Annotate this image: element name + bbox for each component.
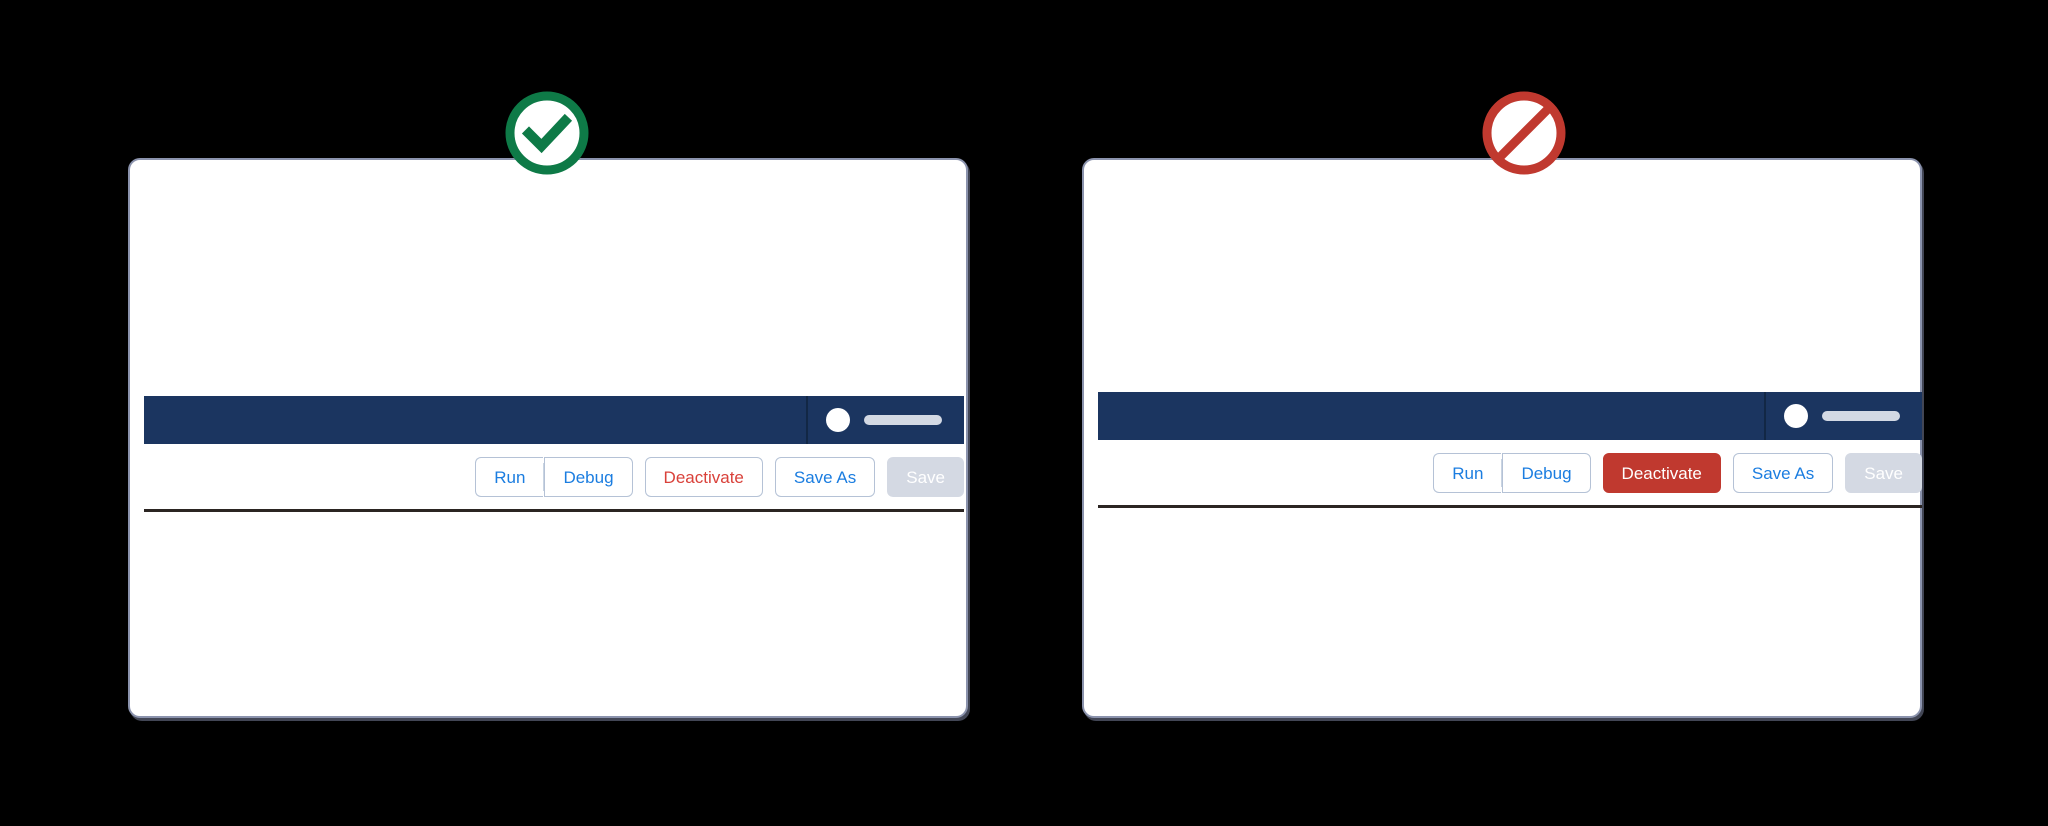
debug-button[interactable]: Debug	[544, 457, 633, 497]
app-navigation-bar	[144, 396, 964, 444]
action-button-bar: Run Debug Deactivate Save As Save	[144, 456, 964, 498]
prohibited-icon	[1479, 88, 1569, 178]
run-debug-button-group: Run Debug	[1433, 453, 1591, 493]
deactivate-button[interactable]: Deactivate	[1602, 453, 1721, 493]
deactivate-button[interactable]: Deactivate	[644, 457, 763, 497]
dont-example: Run Debug Deactivate Save As Save	[1024, 0, 2048, 826]
app-window-do: Run Debug Deactivate Save As Save	[128, 158, 968, 718]
run-button[interactable]: Run	[475, 457, 544, 497]
content-divider	[1098, 505, 1922, 508]
run-debug-button-group: Run Debug	[475, 457, 633, 497]
run-button[interactable]: Run	[1433, 453, 1502, 493]
app-window-dont: Run Debug Deactivate Save As Save	[1082, 158, 1922, 718]
content-divider	[144, 509, 964, 512]
app-navigation-bar	[1098, 392, 1922, 440]
name-placeholder-bar	[1822, 411, 1900, 421]
user-avatar-icon[interactable]	[826, 408, 850, 432]
debug-button[interactable]: Debug	[1502, 453, 1591, 493]
save-button: Save	[1845, 453, 1922, 493]
check-circle-icon	[502, 88, 592, 178]
name-placeholder-bar	[864, 415, 942, 425]
action-button-bar: Run Debug Deactivate Save As Save	[1098, 452, 1922, 494]
appbar-user-area[interactable]	[808, 408, 964, 432]
user-avatar-icon[interactable]	[1784, 404, 1808, 428]
save-as-button[interactable]: Save As	[774, 457, 876, 497]
save-as-button[interactable]: Save As	[1732, 453, 1834, 493]
appbar-user-area[interactable]	[1766, 404, 1922, 428]
do-example: Run Debug Deactivate Save As Save	[0, 0, 1024, 826]
save-button: Save	[887, 457, 964, 497]
